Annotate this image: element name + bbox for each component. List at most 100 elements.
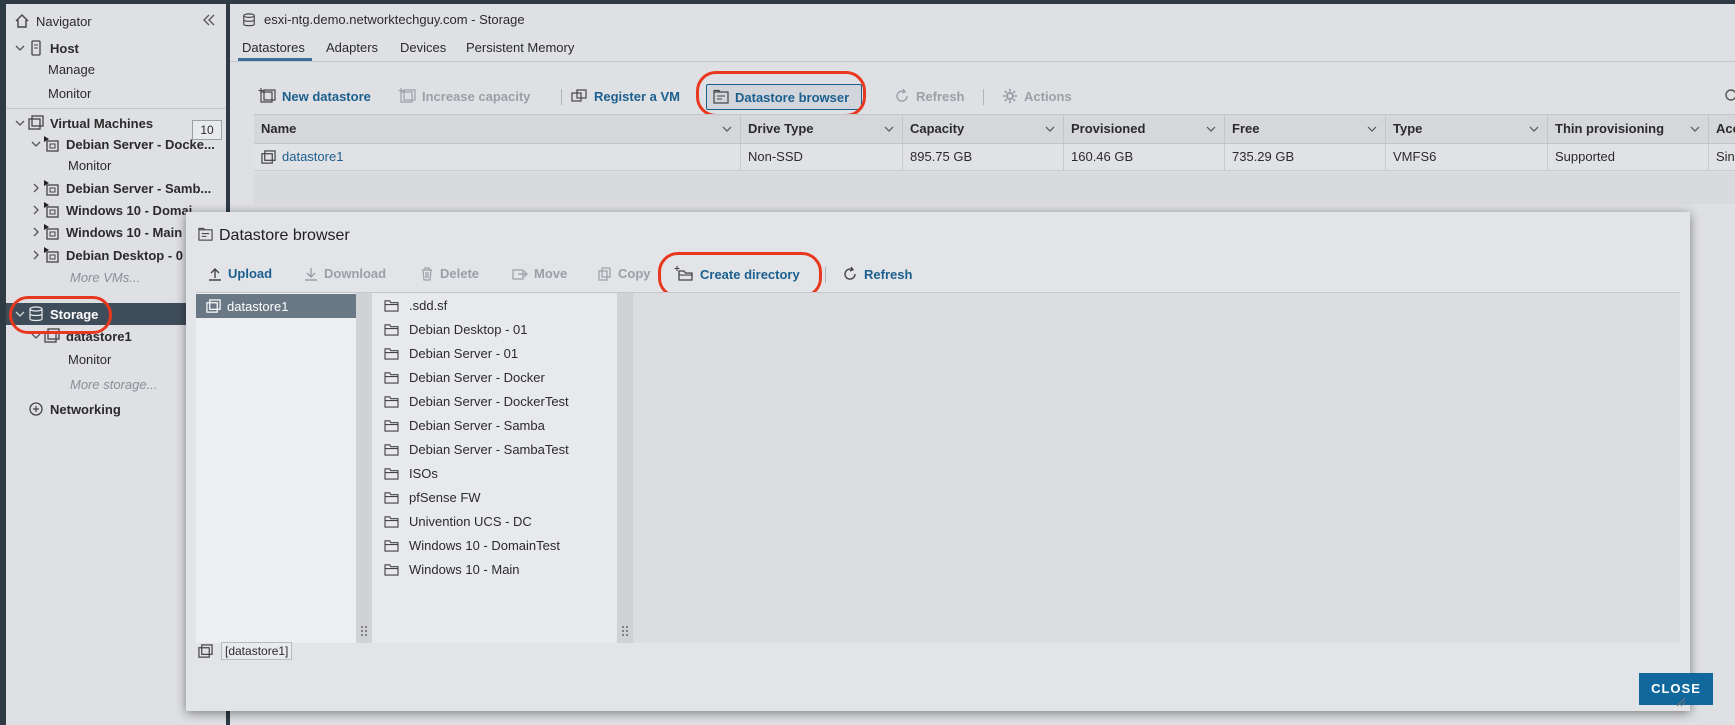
- folder-icon: [384, 323, 399, 336]
- refresh-button[interactable]: Refresh: [894, 88, 964, 104]
- page-title: esxi-ntg.demo.networktechguy.com - Stora…: [264, 12, 525, 27]
- nav-vm-label: Debian Server - Samb...: [66, 180, 212, 196]
- nav-item-host[interactable]: Host: [14, 37, 234, 59]
- nav-vms-label: Virtual Machines: [50, 115, 154, 131]
- increase-capacity-label: Increase capacity: [422, 88, 531, 104]
- pane-splitter-1[interactable]: [356, 293, 372, 643]
- download-button[interactable]: Download: [304, 266, 386, 281]
- tabs-divider: [230, 61, 1735, 62]
- chevron-down-icon[interactable]: [14, 308, 26, 320]
- table-row[interactable]: datastore1 Non-SSD 895.75 GB 160.46 GB 7…: [254, 144, 1735, 171]
- file-name: Windows 10 - DomainTest: [409, 537, 560, 553]
- increase-capacity-button[interactable]: Increase capacity: [398, 88, 530, 104]
- datastore-tree-item-datastore1[interactable]: datastore1: [196, 294, 356, 318]
- pane-splitter-2[interactable]: [617, 293, 633, 643]
- chevron-down-icon[interactable]: [1045, 125, 1055, 133]
- column-header-provisioned[interactable]: Provisioned: [1064, 115, 1225, 143]
- actions-button[interactable]: Actions: [1002, 88, 1072, 104]
- tab-devices[interactable]: Devices: [400, 40, 446, 55]
- folder-icon: [384, 419, 399, 432]
- chevron-down-icon[interactable]: [1690, 125, 1700, 133]
- list-item[interactable]: .sdd.sf: [384, 293, 447, 317]
- chevron-down-icon[interactable]: [722, 125, 732, 133]
- cell-name[interactable]: datastore1: [254, 144, 741, 170]
- tab-adapters[interactable]: Adapters: [326, 40, 378, 55]
- upload-label: Upload: [228, 266, 273, 281]
- column-header-name[interactable]: Name: [254, 115, 741, 143]
- list-item[interactable]: pfSense FW: [384, 485, 481, 509]
- column-header-drive-type[interactable]: Drive Type: [741, 115, 903, 143]
- chevron-right-icon[interactable]: [30, 182, 42, 194]
- copy-button[interactable]: Copy: [598, 266, 651, 281]
- chevron-down-icon[interactable]: [14, 42, 26, 54]
- dialog-refresh-label: Refresh: [864, 266, 913, 282]
- navigator-header: Navigator: [14, 10, 234, 32]
- tab-persistent-memory[interactable]: Persistent Memory: [466, 40, 574, 55]
- cell-provisioned: 160.46 GB: [1064, 144, 1225, 170]
- list-item[interactable]: Debian Server - DockerTest: [384, 389, 569, 413]
- column-header-thin-provisioning[interactable]: Thin provisioning: [1548, 115, 1709, 143]
- drag-handle-icon[interactable]: [360, 625, 368, 637]
- search-icon[interactable]: [1722, 88, 1735, 104]
- nav-vm-debian-docker[interactable]: Debian Server - Docke...: [30, 133, 250, 155]
- list-item[interactable]: ISOs: [384, 461, 438, 485]
- move-button[interactable]: Move: [512, 266, 567, 281]
- refresh-label: Refresh: [916, 88, 965, 104]
- vm-powered-on-icon: [44, 180, 59, 196]
- datastore-browser-button[interactable]: Datastore browser: [706, 84, 863, 110]
- cell-access: Sing: [1716, 149, 1735, 164]
- collapse-navigator-icon[interactable]: [202, 14, 216, 26]
- column-name-label: Name: [261, 121, 297, 136]
- folder-icon: [384, 491, 399, 504]
- chevron-right-icon[interactable]: [30, 249, 42, 261]
- register-vm-button[interactable]: Register a VM: [570, 88, 680, 104]
- chevron-right-icon[interactable]: [30, 226, 42, 238]
- datastore-tree-pane: datastore1: [196, 293, 356, 643]
- delete-label: Delete: [440, 266, 480, 281]
- toolbar-separator: [561, 89, 562, 105]
- chevron-down-icon[interactable]: [884, 125, 894, 133]
- storage-icon: [243, 12, 255, 26]
- move-label: Move: [534, 266, 568, 281]
- column-header-access[interactable]: Acc: [1709, 115, 1735, 143]
- chevron-right-icon[interactable]: [30, 204, 42, 216]
- register-vm-label: Register a VM: [594, 88, 680, 104]
- list-item[interactable]: Debian Desktop - 01: [384, 317, 528, 341]
- folder-icon: [384, 347, 399, 360]
- create-directory-button[interactable]: Create directory: [674, 266, 800, 282]
- chevron-down-icon[interactable]: [30, 330, 42, 342]
- file-detail-pane: [633, 293, 1680, 643]
- chevron-down-icon[interactable]: [1367, 125, 1377, 133]
- list-item[interactable]: Debian Server - Docker: [384, 365, 545, 389]
- upload-button[interactable]: Upload: [208, 266, 272, 281]
- chevron-down-icon[interactable]: [30, 138, 42, 150]
- datastore-name-link[interactable]: datastore1: [282, 144, 343, 170]
- list-item[interactable]: Debian Server - SambaTest: [384, 437, 569, 461]
- increase-capacity-icon: [398, 88, 416, 103]
- new-datastore-button[interactable]: New datastore: [258, 88, 371, 104]
- file-name: Debian Server - Samba: [409, 417, 545, 433]
- drag-handle-icon[interactable]: [621, 625, 629, 637]
- column-header-type[interactable]: Type: [1386, 115, 1548, 143]
- chevron-down-icon[interactable]: [14, 117, 26, 129]
- list-item[interactable]: Debian Server - 01: [384, 341, 518, 365]
- chevron-down-icon[interactable]: [1206, 125, 1216, 133]
- column-drive-type-label: Drive Type: [748, 121, 814, 136]
- list-item[interactable]: Windows 10 - DomainTest: [384, 533, 560, 557]
- folder-icon: [384, 563, 399, 576]
- dialog-refresh-button[interactable]: Refresh: [842, 266, 912, 282]
- delete-button[interactable]: Delete: [420, 266, 479, 281]
- folder-icon: [384, 443, 399, 456]
- column-header-capacity[interactable]: Capacity: [903, 115, 1064, 143]
- copy-icon: [598, 266, 611, 281]
- list-item[interactable]: Univention UCS - DC: [384, 509, 532, 533]
- resize-handle-icon[interactable]: [1676, 697, 1686, 707]
- tab-datastores[interactable]: Datastores: [242, 40, 305, 55]
- navigator-title: Navigator: [36, 13, 92, 29]
- column-header-free[interactable]: Free: [1225, 115, 1386, 143]
- list-item[interactable]: Windows 10 - Main: [384, 557, 520, 581]
- nav-vm-debian-samba[interactable]: Debian Server - Samb...: [30, 177, 250, 199]
- list-item[interactable]: Debian Server - Samba: [384, 413, 545, 437]
- actions-label: Actions: [1024, 88, 1072, 104]
- chevron-down-icon[interactable]: [1529, 125, 1539, 133]
